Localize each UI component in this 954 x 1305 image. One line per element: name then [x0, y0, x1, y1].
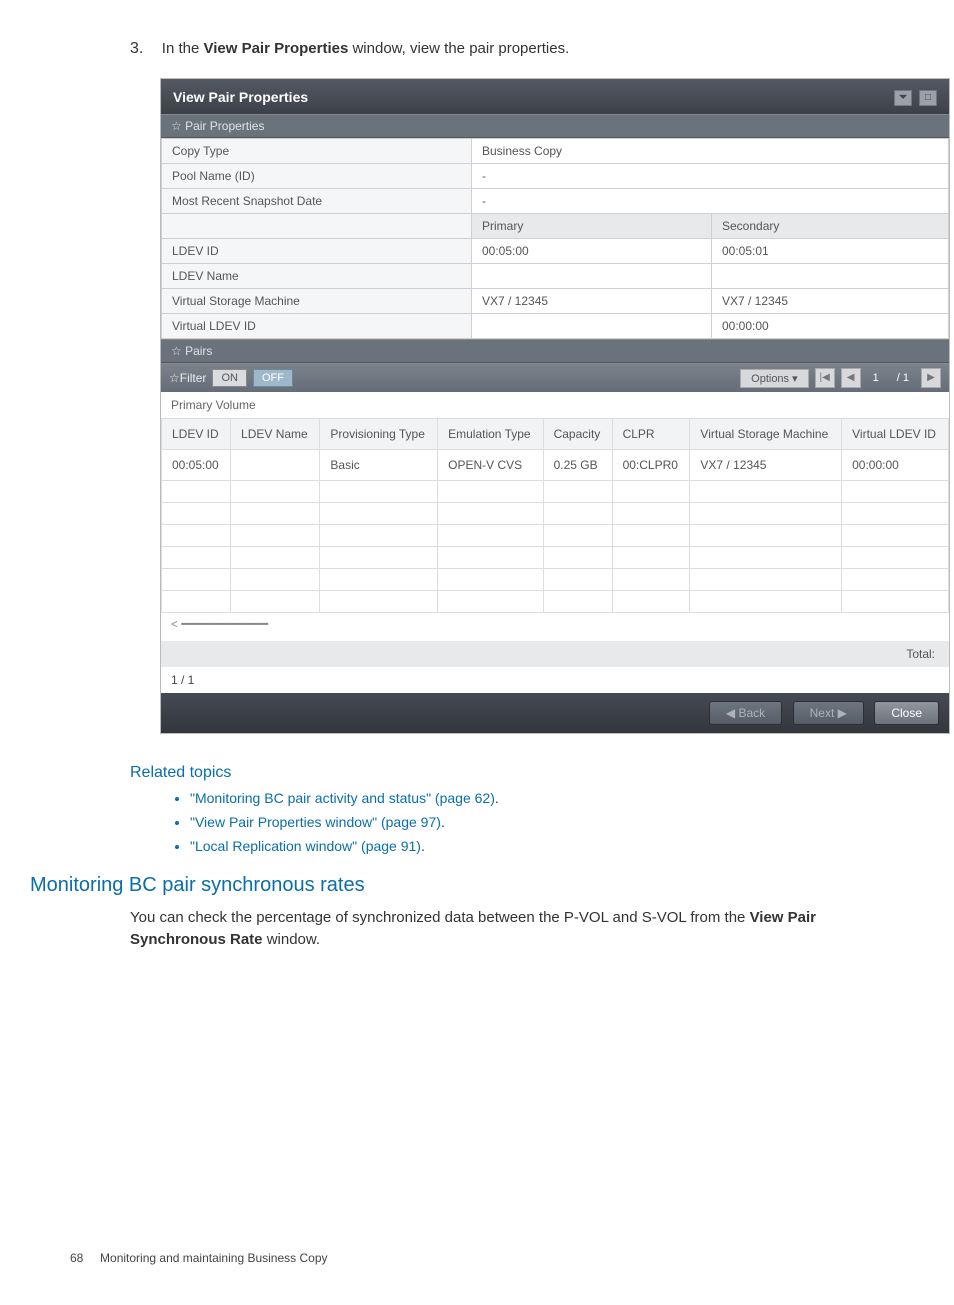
- page-prev-button[interactable]: ◀: [841, 368, 861, 388]
- secondary-col-header: Secondary: [712, 214, 949, 239]
- page-total: / 1: [891, 372, 915, 384]
- total-row: Total:: [161, 641, 949, 667]
- col-clpr[interactable]: CLPR: [612, 419, 690, 450]
- list-item: "Monitoring BC pair activity and status"…: [190, 790, 904, 806]
- col-prov-type[interactable]: Provisioning Type: [320, 419, 438, 450]
- table-row: [162, 525, 949, 547]
- copy-type-value: Business Copy: [472, 139, 949, 164]
- col-emul-type[interactable]: Emulation Type: [438, 419, 543, 450]
- grid-pager: 1 / 1: [161, 667, 949, 693]
- window-title: View Pair Properties: [173, 89, 308, 105]
- vsm-secondary: VX7 / 12345: [712, 289, 949, 314]
- vsm-label: Virtual Storage Machine: [162, 289, 472, 314]
- pool-value: -: [472, 164, 949, 189]
- table-row: [162, 547, 949, 569]
- primary-col-header: Primary: [472, 214, 712, 239]
- related-link[interactable]: "Monitoring BC pair activity and status"…: [190, 790, 495, 806]
- dialog-window: View Pair Properties ⏷ □ ☆ Pair Properti…: [160, 78, 950, 734]
- ldev-name-label: LDEV Name: [162, 264, 472, 289]
- snapshot-value: -: [472, 189, 949, 214]
- page-next-button[interactable]: ▶: [921, 368, 941, 388]
- filter-on-button[interactable]: ON: [212, 369, 247, 387]
- page-number: 68: [70, 1251, 83, 1265]
- titlebar-icons: ⏷ □: [891, 87, 937, 106]
- close-button[interactable]: Close: [874, 701, 939, 725]
- col-vldev[interactable]: Virtual LDEV ID: [842, 419, 949, 450]
- body-paragraph: You can check the percentage of synchron…: [130, 907, 904, 951]
- ldev-id-label: LDEV ID: [162, 239, 472, 264]
- procedure-step: 3. In the View Pair Properties window, v…: [130, 40, 904, 58]
- pair-properties-header: ☆ Pair Properties: [161, 114, 949, 138]
- col-ldev-id[interactable]: LDEV ID: [162, 419, 231, 450]
- options-button[interactable]: Options ▾: [740, 369, 809, 388]
- page-current[interactable]: 1: [867, 372, 885, 384]
- titlebar: View Pair Properties ⏷ □: [161, 79, 949, 114]
- grid-caption: Primary Volume: [161, 392, 949, 418]
- table-row: [162, 569, 949, 591]
- ldev-id-primary: 00:05:00: [472, 239, 712, 264]
- horizontal-scrollbar[interactable]: < ━━━━━━━━━━━━: [161, 613, 949, 641]
- table-row: [162, 591, 949, 613]
- col-ldev-name[interactable]: LDEV Name: [231, 419, 320, 450]
- properties-table: Copy Type Business Copy Pool Name (ID) -…: [161, 138, 949, 339]
- pool-label: Pool Name (ID): [162, 164, 472, 189]
- vldev-label: Virtual LDEV ID: [162, 314, 472, 339]
- ldev-name-primary: [472, 264, 712, 289]
- snapshot-label: Most Recent Snapshot Date: [162, 189, 472, 214]
- chapter-title: Monitoring and maintaining Business Copy: [100, 1251, 327, 1265]
- col-capacity[interactable]: Capacity: [543, 419, 612, 450]
- ldev-id-secondary: 00:05:01: [712, 239, 949, 264]
- table-row: [162, 481, 949, 503]
- related-topics-list: "Monitoring BC pair activity and status"…: [170, 790, 904, 854]
- list-item: "View Pair Properties window" (page 97).: [190, 814, 904, 830]
- filter-toolbar: ☆Filter ON OFF Options ▾ |◀ ◀ 1 / 1 ▶: [161, 363, 949, 392]
- next-button[interactable]: Next ▶: [793, 701, 864, 725]
- section-heading: Monitoring BC pair synchronous rates: [30, 874, 904, 897]
- related-link[interactable]: "View Pair Properties window" (page 97): [190, 814, 441, 830]
- filter-icon[interactable]: ⏷: [894, 90, 912, 106]
- page-footer: 68 Monitoring and maintaining Business C…: [30, 1251, 904, 1265]
- vldev-primary: [472, 314, 712, 339]
- related-link[interactable]: "Local Replication window" (page 91): [190, 838, 421, 854]
- maximize-icon[interactable]: □: [919, 90, 937, 106]
- filter-label: ☆Filter: [169, 371, 206, 385]
- related-topics-heading: Related topics: [130, 764, 904, 782]
- dialog-footer: ◀ Back Next ▶ Close: [161, 693, 949, 733]
- copy-type-label: Copy Type: [162, 139, 472, 164]
- vldev-secondary: 00:00:00: [712, 314, 949, 339]
- table-row: [162, 503, 949, 525]
- table-row[interactable]: 00:05:00 Basic OPEN-V CVS 0.25 GB 00:CLP…: [162, 450, 949, 481]
- step-text: In the View Pair Properties window, view…: [162, 40, 569, 57]
- col-vsm[interactable]: Virtual Storage Machine: [690, 419, 842, 450]
- list-item: "Local Replication window" (page 91).: [190, 838, 904, 854]
- pairs-grid: LDEV ID LDEV Name Provisioning Type Emul…: [161, 418, 949, 613]
- page-first-button[interactable]: |◀: [815, 368, 835, 388]
- ldev-name-secondary: [712, 264, 949, 289]
- step-number: 3.: [130, 40, 143, 58]
- pairs-header: ☆ Pairs: [161, 339, 949, 363]
- vsm-primary: VX7 / 12345: [472, 289, 712, 314]
- blank-key: [162, 214, 472, 239]
- filter-off-button[interactable]: OFF: [253, 369, 293, 387]
- back-button[interactable]: ◀ Back: [709, 701, 782, 725]
